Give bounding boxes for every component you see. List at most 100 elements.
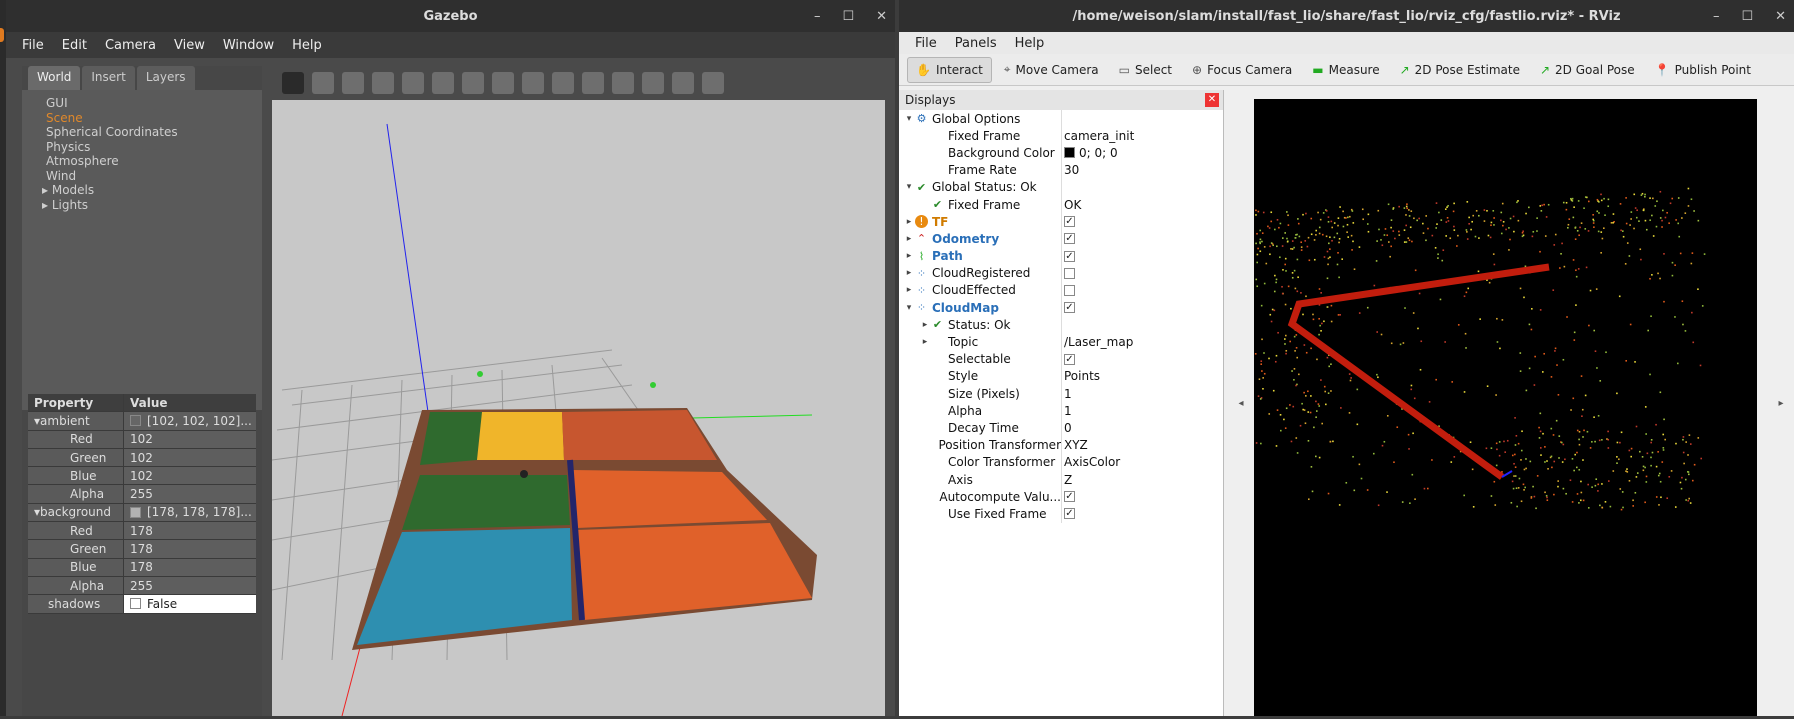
display-row[interactable]: Background Color 0; 0; 0 [899, 144, 1223, 162]
display-row[interactable]: ▾ ✔ Global Status: Ok [899, 178, 1223, 196]
tree-item-expandable[interactable]: ▸ Lights [42, 198, 262, 213]
menu-item-help[interactable]: Help [1009, 36, 1051, 51]
expand-arrow-icon[interactable]: ▾ [903, 114, 915, 124]
display-row[interactable]: ▾ ⚙ Global Options [899, 110, 1223, 128]
expand-arrow-icon[interactable]: ▸ [42, 198, 52, 212]
menu-item-window[interactable]: Window [217, 38, 280, 53]
display-row[interactable]: Selectable ✓ [899, 350, 1223, 368]
display-row[interactable]: Axis Z [899, 470, 1223, 489]
display-row[interactable]: ▸ ✔ Status: Ok [899, 316, 1223, 334]
value-swatch[interactable] [130, 506, 141, 518]
menu-item-camera[interactable]: Camera [99, 38, 162, 53]
checkbox[interactable]: ✓ [1064, 233, 1075, 245]
property-row[interactable]: Red 102 [28, 430, 256, 449]
display-row[interactable]: Fixed Frame camera_init [899, 127, 1223, 145]
expand-arrow-icon[interactable]: ▸ [42, 183, 52, 197]
collapse-left-icon[interactable]: ◂ [1228, 90, 1254, 716]
tab-insert[interactable]: Insert [82, 66, 135, 90]
expand-arrow-icon[interactable]: ▾ [903, 182, 915, 192]
collapse-right-icon[interactable]: ▸ [1768, 90, 1794, 716]
menu-item-edit[interactable]: Edit [56, 38, 93, 53]
display-row[interactable]: Alpha 1 [899, 402, 1223, 420]
expand-arrow-icon[interactable]: ▸ [919, 337, 931, 347]
display-row[interactable]: ▾ ⁘ CloudMap ✓ [899, 299, 1223, 317]
property-row[interactable]: shadows False [28, 595, 256, 614]
tree-item[interactable]: Atmosphere [42, 154, 262, 169]
property-row[interactable]: Alpha 255 [28, 576, 256, 596]
checkbox[interactable] [1064, 267, 1075, 279]
checkbox[interactable]: ✓ [1064, 508, 1075, 520]
color-swatch[interactable] [1064, 147, 1075, 159]
paste-icon[interactable] [672, 72, 694, 94]
dirlight-icon[interactable] [612, 72, 634, 94]
display-row[interactable]: Frame Rate 30 [899, 161, 1223, 179]
display-row[interactable]: Size (Pixels) 1 [899, 385, 1223, 403]
close-icon[interactable]: ✕ [1775, 9, 1786, 24]
value-swatch[interactable] [130, 415, 141, 427]
display-row[interactable]: Position Transformer XYZ [899, 436, 1223, 454]
tool-2d-goal-pose[interactable]: ↗ 2D Goal Pose [1532, 58, 1643, 82]
menu-item-file[interactable]: File [909, 36, 943, 51]
expand-arrow-icon[interactable]: ▸ [903, 251, 915, 261]
expand-arrow-icon[interactable]: ▸ [919, 320, 931, 330]
property-row[interactable]: ▾ background [178, 178, 178]... [28, 503, 256, 523]
tree-item-expandable[interactable]: ▸ Models [42, 183, 262, 198]
display-row[interactable]: Style Points [899, 367, 1223, 385]
redo-icon[interactable] [432, 72, 454, 94]
display-row[interactable]: ▸ ⁘ CloudRegistered [899, 264, 1223, 282]
translate-icon[interactable] [312, 72, 334, 94]
minimize-icon[interactable]: – [814, 9, 821, 24]
gazebo-viewport[interactable] [271, 66, 885, 717]
align-icon[interactable] [702, 72, 724, 94]
property-row[interactable]: Green 102 [28, 448, 256, 468]
copy-icon[interactable] [642, 72, 664, 94]
minimize-icon[interactable]: – [1713, 9, 1720, 24]
tree-item[interactable]: Wind [42, 169, 262, 184]
tree-item[interactable]: GUI [42, 96, 262, 111]
tool-interact[interactable]: ✋ Interact [907, 56, 992, 83]
maximize-icon[interactable]: ☐ [842, 9, 854, 24]
tool-measure[interactable]: ▬ Measure [1304, 58, 1387, 82]
sphere-icon[interactable] [492, 72, 514, 94]
property-row[interactable]: Alpha 255 [28, 485, 256, 504]
tool-publish-point[interactable]: 📍 Publish Point [1647, 58, 1759, 82]
tree-item[interactable]: Physics [42, 140, 262, 155]
sun-icon[interactable] [552, 72, 574, 94]
display-row[interactable]: ▸! TF ✓ [899, 213, 1223, 231]
rotate-icon[interactable] [342, 72, 364, 94]
value-swatch[interactable] [130, 598, 141, 610]
menu-item-view[interactable]: View [168, 38, 211, 53]
expand-arrow-icon[interactable]: ▸ [903, 285, 915, 295]
display-row[interactable]: ▸ ⌇ Path ✓ [899, 247, 1223, 265]
maximize-icon[interactable]: ☐ [1741, 9, 1753, 24]
undo-icon[interactable] [402, 72, 424, 94]
menu-item-help[interactable]: Help [286, 38, 328, 53]
menu-item-panels[interactable]: Panels [949, 36, 1003, 51]
menu-item-file[interactable]: File [16, 38, 50, 53]
property-row[interactable]: Red 178 [28, 522, 256, 541]
tool-2d-pose-estimate[interactable]: ↗ 2D Pose Estimate [1392, 58, 1528, 82]
close-panel-icon[interactable]: ✕ [1205, 93, 1219, 107]
display-row[interactable]: ▸ Topic/Laser_map [899, 333, 1223, 351]
tree-item[interactable]: Scene [42, 111, 262, 126]
scale-icon[interactable] [372, 72, 394, 94]
tab-world[interactable]: World [28, 66, 81, 90]
render-view[interactable] [1254, 99, 1757, 716]
checkbox[interactable]: ✓ [1064, 353, 1075, 365]
expand-arrow-icon[interactable]: ▸ [903, 217, 915, 227]
display-row[interactable]: ▸ ⌃ Odometry ✓ [899, 230, 1223, 248]
box-icon[interactable] [462, 72, 484, 94]
display-row[interactable]: Decay Time 0 [899, 419, 1223, 437]
tool-move-camera[interactable]: ⌖ Move Camera [996, 57, 1107, 82]
close-icon[interactable]: ✕ [876, 9, 887, 24]
expand-arrow-icon[interactable]: ▸ [903, 234, 915, 244]
checkbox[interactable]: ✓ [1064, 250, 1075, 262]
checkbox[interactable]: ✓ [1064, 216, 1075, 228]
display-row[interactable]: Autocompute Valu... ✓ [899, 488, 1223, 506]
display-row[interactable]: Use Fixed Frame ✓ [899, 505, 1223, 523]
display-row[interactable]: ▸ ⁘ CloudEffected [899, 281, 1223, 300]
cylinder-icon[interactable] [522, 72, 544, 94]
tool-focus-camera[interactable]: ⊕ Focus Camera [1184, 58, 1300, 82]
property-row[interactable]: Green 178 [28, 540, 256, 559]
tree-item[interactable]: Spherical Coordinates [42, 125, 262, 140]
